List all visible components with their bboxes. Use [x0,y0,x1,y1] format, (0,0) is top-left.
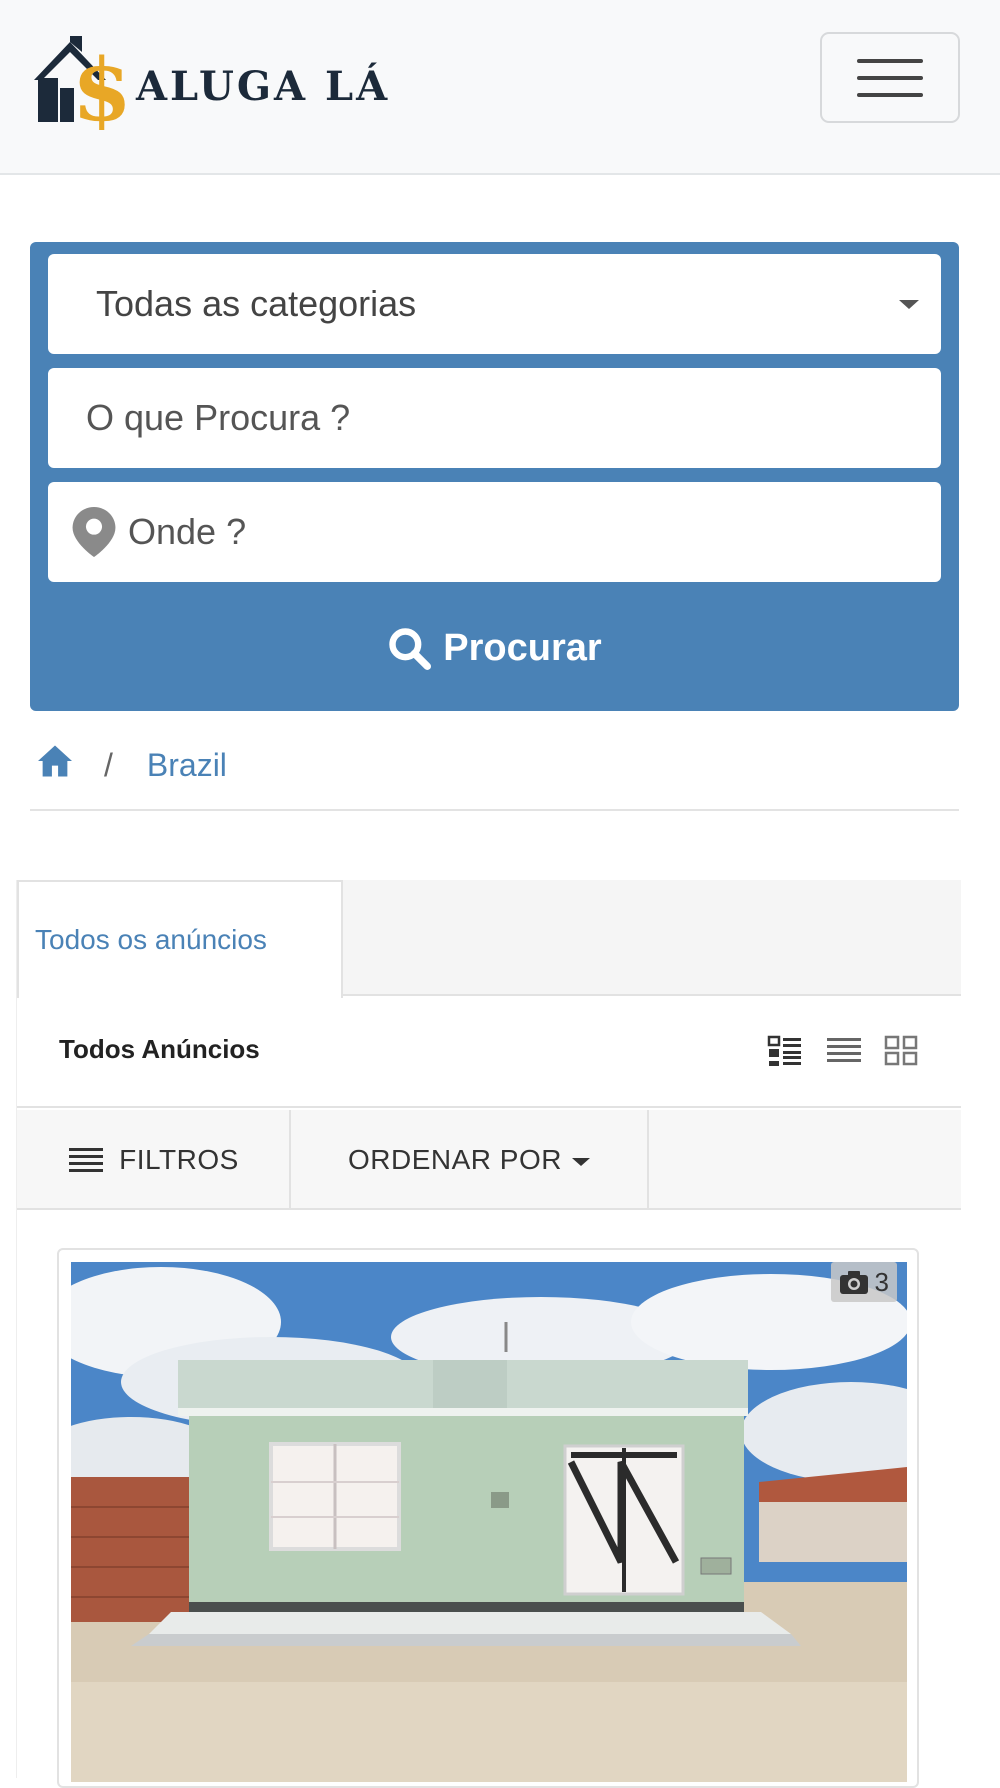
listings-panel: Todos os anúncios Todos Anúncios FILTROS… [16,880,961,1788]
search-input[interactable]: O que Procura ? [48,368,941,468]
breadcrumb-current[interactable]: Brazil [147,747,227,784]
order-by-dropdown[interactable]: ORDENAR POR [291,1110,649,1210]
house-dollar-logo-icon: $ [34,36,132,130]
brand-name: ALUGA LÁ [136,62,391,110]
listing-header: Todos Anúncios [17,998,961,1108]
svg-text:$: $ [72,40,132,130]
search-button[interactable]: Procurar [30,598,959,698]
map-pin-icon [72,507,116,557]
filter-bar: FILTROS ORDENAR POR [17,1110,961,1210]
listing-photo[interactable]: 3 [71,1262,907,1782]
view-switcher [767,1034,921,1068]
divider [30,809,959,811]
search-form: Todas as categorias O que Procura ? Onde… [30,242,959,711]
location-input[interactable]: Onde ? [48,482,941,582]
hamburger-menu-icon [857,58,923,63]
menu-toggle-button[interactable] [820,32,960,123]
breadcrumb-separator: / [104,746,113,783]
category-select[interactable]: Todas as categorias [48,254,941,354]
grid-view-icon[interactable] [883,1034,921,1068]
camera-icon [839,1271,868,1294]
navbar: $ ALUGA LÁ [0,0,1000,175]
search-icon [389,628,432,670]
location-placeholder: Onde ? [128,511,247,552]
caret-down-icon [571,1158,590,1166]
filter-lines-icon [69,1148,104,1172]
search-placeholder: O que Procura ? [86,397,351,438]
tab-all-ads[interactable]: Todos os anúncios [17,880,343,998]
filters-button[interactable]: FILTROS [17,1110,291,1210]
search-button-label: Procurar [443,626,602,669]
order-by-label: ORDENAR POR [348,1144,562,1175]
photo-count-badge: 3 [830,1262,897,1302]
breadcrumb: / Brazil [36,740,227,790]
chevron-down-icon [899,300,919,309]
home-icon[interactable] [36,744,74,786]
listing-card[interactable]: 3 [57,1248,919,1788]
listing-title: Todos Anúncios [59,1034,260,1064]
brand-logo[interactable]: $ ALUGA LÁ [30,36,390,130]
filters-label: FILTROS [119,1144,239,1175]
house-photo [71,1262,907,1782]
tab-label: Todos os anúncios [35,924,267,955]
compact-list-icon[interactable] [767,1034,805,1068]
photo-count: 3 [874,1266,889,1297]
category-selected-value: Todas as categorias [96,283,417,324]
list-view-icon[interactable] [825,1034,863,1068]
